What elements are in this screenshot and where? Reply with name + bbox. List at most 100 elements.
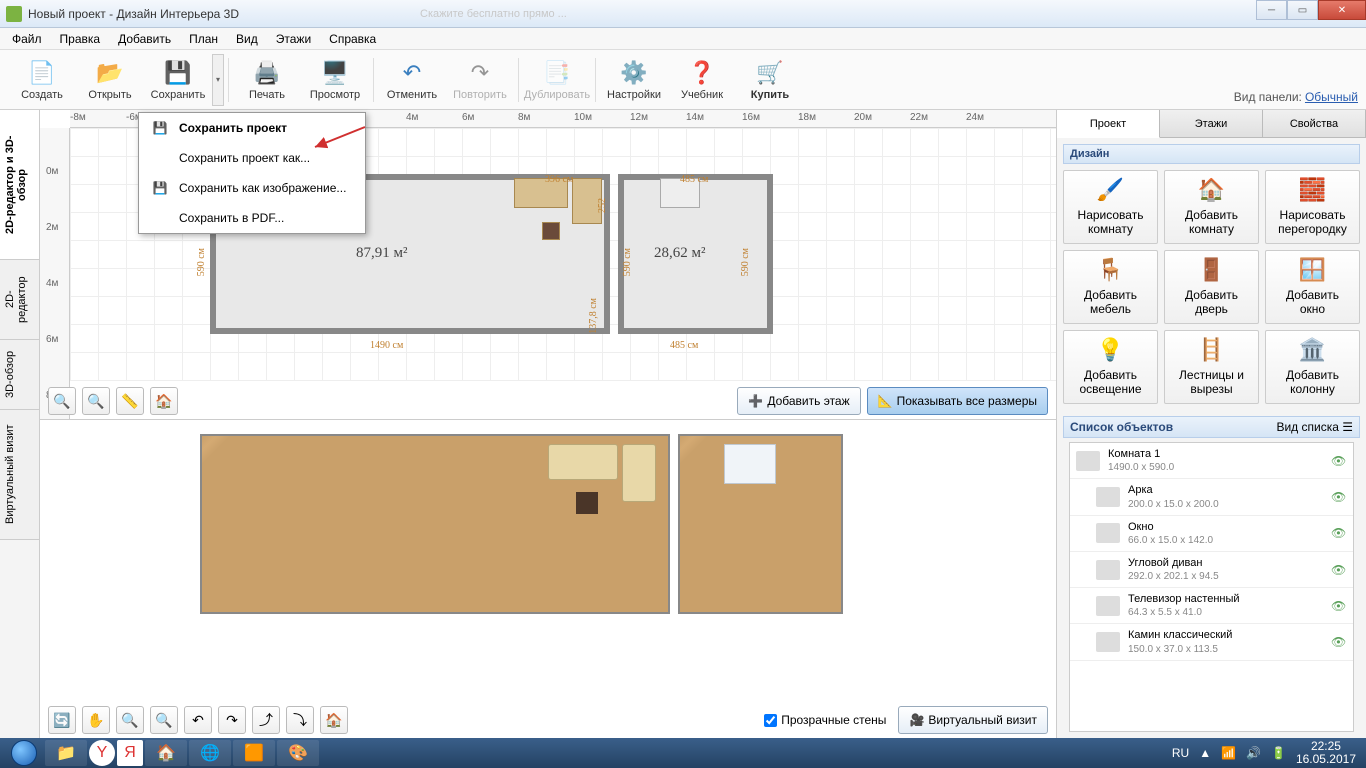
design-дверь[interactable]: 🚪Добавитьдверь <box>1164 250 1259 324</box>
dim-590-l: 590 см <box>196 248 207 276</box>
table-3d[interactable] <box>576 492 598 514</box>
zoom-in-3d[interactable]: 🔍 <box>150 706 178 734</box>
design-окно[interactable]: 🪟Добавитьокно <box>1265 250 1360 324</box>
design-мебель[interactable]: 🪑Добавитьмебель <box>1063 250 1158 324</box>
bed-3d[interactable] <box>724 444 776 484</box>
view-3d[interactable]: 🔄 ✋ 🔍 🔍 ↶ ↷ ⤴ ⤵ 🏠 Прозрачные стены 🎥Вирт… <box>40 420 1056 738</box>
sofa-3d-part[interactable] <box>622 444 656 502</box>
panel-type-label: Вид панели: Обычный <box>1234 90 1358 104</box>
dd-сохранить-проект[interactable]: 💾Сохранить проект <box>139 113 365 143</box>
tray-power-icon[interactable]: 🔋 <box>1271 746 1286 760</box>
canvas-3d[interactable] <box>200 428 900 628</box>
task-explorer[interactable]: 📁 <box>45 740 87 766</box>
rotate-right[interactable]: ↷ <box>218 706 246 734</box>
ruler-vertical: 0м2м4м6м8м <box>40 128 70 419</box>
zoom-out-button[interactable]: 🔍 <box>48 387 76 415</box>
toolbar-отменить[interactable]: ↶Отменить <box>378 52 446 108</box>
dd-сохранить-проект-как...[interactable]: Сохранить проект как... <box>139 143 365 173</box>
objlist-view-link[interactable]: Вид списка ☰ <box>1276 420 1353 434</box>
toolbar-настройки[interactable]: ⚙️Настройки <box>600 52 668 108</box>
save-dropdown-arrow[interactable]: ▾ <box>212 54 224 106</box>
tray-clock[interactable]: 22:2516.05.2017 <box>1296 740 1356 766</box>
object-list[interactable]: Комната 11490.0 x 590.0👁Арка200.0 x 15.0… <box>1069 442 1354 732</box>
start-button[interactable] <box>4 738 44 768</box>
taskbar: 📁 Y Я 🏠 🌐 🟧 🎨 RU ▲ 📶 🔊 🔋 22:2516.05.2017 <box>0 738 1366 768</box>
design-вырезы[interactable]: 🪜Лестницы ивырезы <box>1164 330 1259 404</box>
side-tabs: 2D-редактор и 3D-обзор 2D-редактор 3D-об… <box>0 110 40 738</box>
furniture-table[interactable] <box>542 222 560 240</box>
toolbar-сохранить[interactable]: 💾Сохранить <box>144 52 212 108</box>
menu-help[interactable]: Справка <box>321 30 384 48</box>
virtual-visit-button[interactable]: 🎥Виртуальный визит <box>898 706 1048 734</box>
task-app[interactable]: 🟧 <box>233 740 275 766</box>
zoom-out-3d[interactable]: 🔍 <box>116 706 144 734</box>
close-button[interactable]: ✕ <box>1318 0 1366 20</box>
tilt-up[interactable]: ⤴ <box>252 706 280 734</box>
home-3d[interactable]: 🏠 <box>320 706 348 734</box>
task-paint[interactable]: 🎨 <box>277 740 319 766</box>
dd-сохранить-как-изображение...[interactable]: 💾Сохранить как изображение... <box>139 173 365 203</box>
measure-button[interactable]: 📏 <box>116 387 144 415</box>
menu-bar: Файл Правка Добавить План Вид Этажи Спра… <box>0 28 1366 50</box>
design-комнату[interactable]: 🏠Добавитькомнату <box>1164 170 1259 244</box>
add-floor-button[interactable]: ➕Добавить этаж <box>737 387 860 415</box>
zoom-in-button[interactable]: 🔍 <box>82 387 110 415</box>
tray-flag-icon[interactable]: ▲ <box>1199 746 1211 760</box>
toolbar: 📄Создать📂Открыть💾Сохранить▾🖨️Печать🖥️Про… <box>0 50 1366 110</box>
menu-plan[interactable]: План <box>181 30 226 48</box>
pan-button[interactable]: ✋ <box>82 706 110 734</box>
menu-floors[interactable]: Этажи <box>268 30 319 48</box>
show-dims-button[interactable]: 📐Показывать все размеры <box>867 387 1048 415</box>
side-tab-3d[interactable]: 3D-обзор <box>0 340 39 410</box>
room1-3d[interactable] <box>200 434 670 614</box>
design-комнату[interactable]: 🖌️Нарисоватькомнату <box>1063 170 1158 244</box>
toolbar-печать[interactable]: 🖨️Печать <box>233 52 301 108</box>
task-ya[interactable]: Я <box>117 740 143 766</box>
object-Арка[interactable]: Арка200.0 x 15.0 x 200.0👁 <box>1070 479 1353 515</box>
dim-252: 252 <box>597 198 608 213</box>
toolbar-учебник[interactable]: ❓Учебник <box>668 52 736 108</box>
task-yandex[interactable]: Y <box>89 740 115 766</box>
task-chrome[interactable]: 🌐 <box>189 740 231 766</box>
tab-floors[interactable]: Этажи <box>1160 110 1263 137</box>
object-Телевизор настенный[interactable]: Телевизор настенный64.3 x 5.5 x 41.0👁 <box>1070 588 1353 624</box>
toolbar-повторить: ↷Повторить <box>446 52 514 108</box>
tray-sound-icon[interactable]: 🔊 <box>1246 746 1261 760</box>
menu-view[interactable]: Вид <box>228 30 266 48</box>
tab-project[interactable]: Проект <box>1057 110 1160 138</box>
object-Камин классический[interactable]: Камин классический150.0 x 37.0 x 113.5👁 <box>1070 624 1353 660</box>
design-перегородку[interactable]: 🧱Нарисоватьперегородку <box>1265 170 1360 244</box>
app-icon <box>6 6 22 22</box>
save-dropdown-menu: 💾Сохранить проектСохранить проект как...… <box>138 112 366 234</box>
object-Угловой диван[interactable]: Угловой диван292.0 x 202.1 x 94.5👁 <box>1070 552 1353 588</box>
design-колонну[interactable]: 🏛️Добавитьколонну <box>1265 330 1360 404</box>
toolbar-купить[interactable]: 🛒Купить <box>736 52 804 108</box>
menu-edit[interactable]: Правка <box>52 30 109 48</box>
maximize-button[interactable]: ▭ <box>1287 0 1318 20</box>
side-tab-virtual[interactable]: Виртуальный визит <box>0 410 39 540</box>
task-interior[interactable]: 🏠 <box>145 740 187 766</box>
orbit-button[interactable]: 🔄 <box>48 706 76 734</box>
transparent-walls-checkbox[interactable]: Прозрачные стены <box>764 713 886 727</box>
rotate-left[interactable]: ↶ <box>184 706 212 734</box>
minimize-button[interactable]: ─ <box>1256 0 1287 20</box>
home-button[interactable]: 🏠 <box>150 387 178 415</box>
side-tab-2d[interactable]: 2D-редактор <box>0 260 39 340</box>
object-Комната 1[interactable]: Комната 11490.0 x 590.0👁 <box>1070 443 1353 479</box>
room2-3d[interactable] <box>678 434 843 614</box>
toolbar-создать[interactable]: 📄Создать <box>8 52 76 108</box>
side-tab-2d-3d[interactable]: 2D-редактор и 3D-обзор <box>0 110 39 260</box>
tab-properties[interactable]: Свойства <box>1263 110 1366 137</box>
design-освещение[interactable]: 💡Добавитьосвещение <box>1063 330 1158 404</box>
menu-add[interactable]: Добавить <box>110 30 179 48</box>
panel-type-link[interactable]: Обычный <box>1305 90 1358 104</box>
toolbar-просмотр[interactable]: 🖥️Просмотр <box>301 52 369 108</box>
tray-lang[interactable]: RU <box>1172 746 1189 760</box>
tray-network-icon[interactable]: 📶 <box>1221 746 1236 760</box>
dd-сохранить-в-pdf...[interactable]: Сохранить в PDF... <box>139 203 365 233</box>
object-Окно[interactable]: Окно66.0 x 15.0 x 142.0👁 <box>1070 516 1353 552</box>
sofa-3d[interactable] <box>548 444 618 480</box>
tilt-down[interactable]: ⤵ <box>286 706 314 734</box>
toolbar-открыть[interactable]: 📂Открыть <box>76 52 144 108</box>
menu-file[interactable]: Файл <box>4 30 50 48</box>
